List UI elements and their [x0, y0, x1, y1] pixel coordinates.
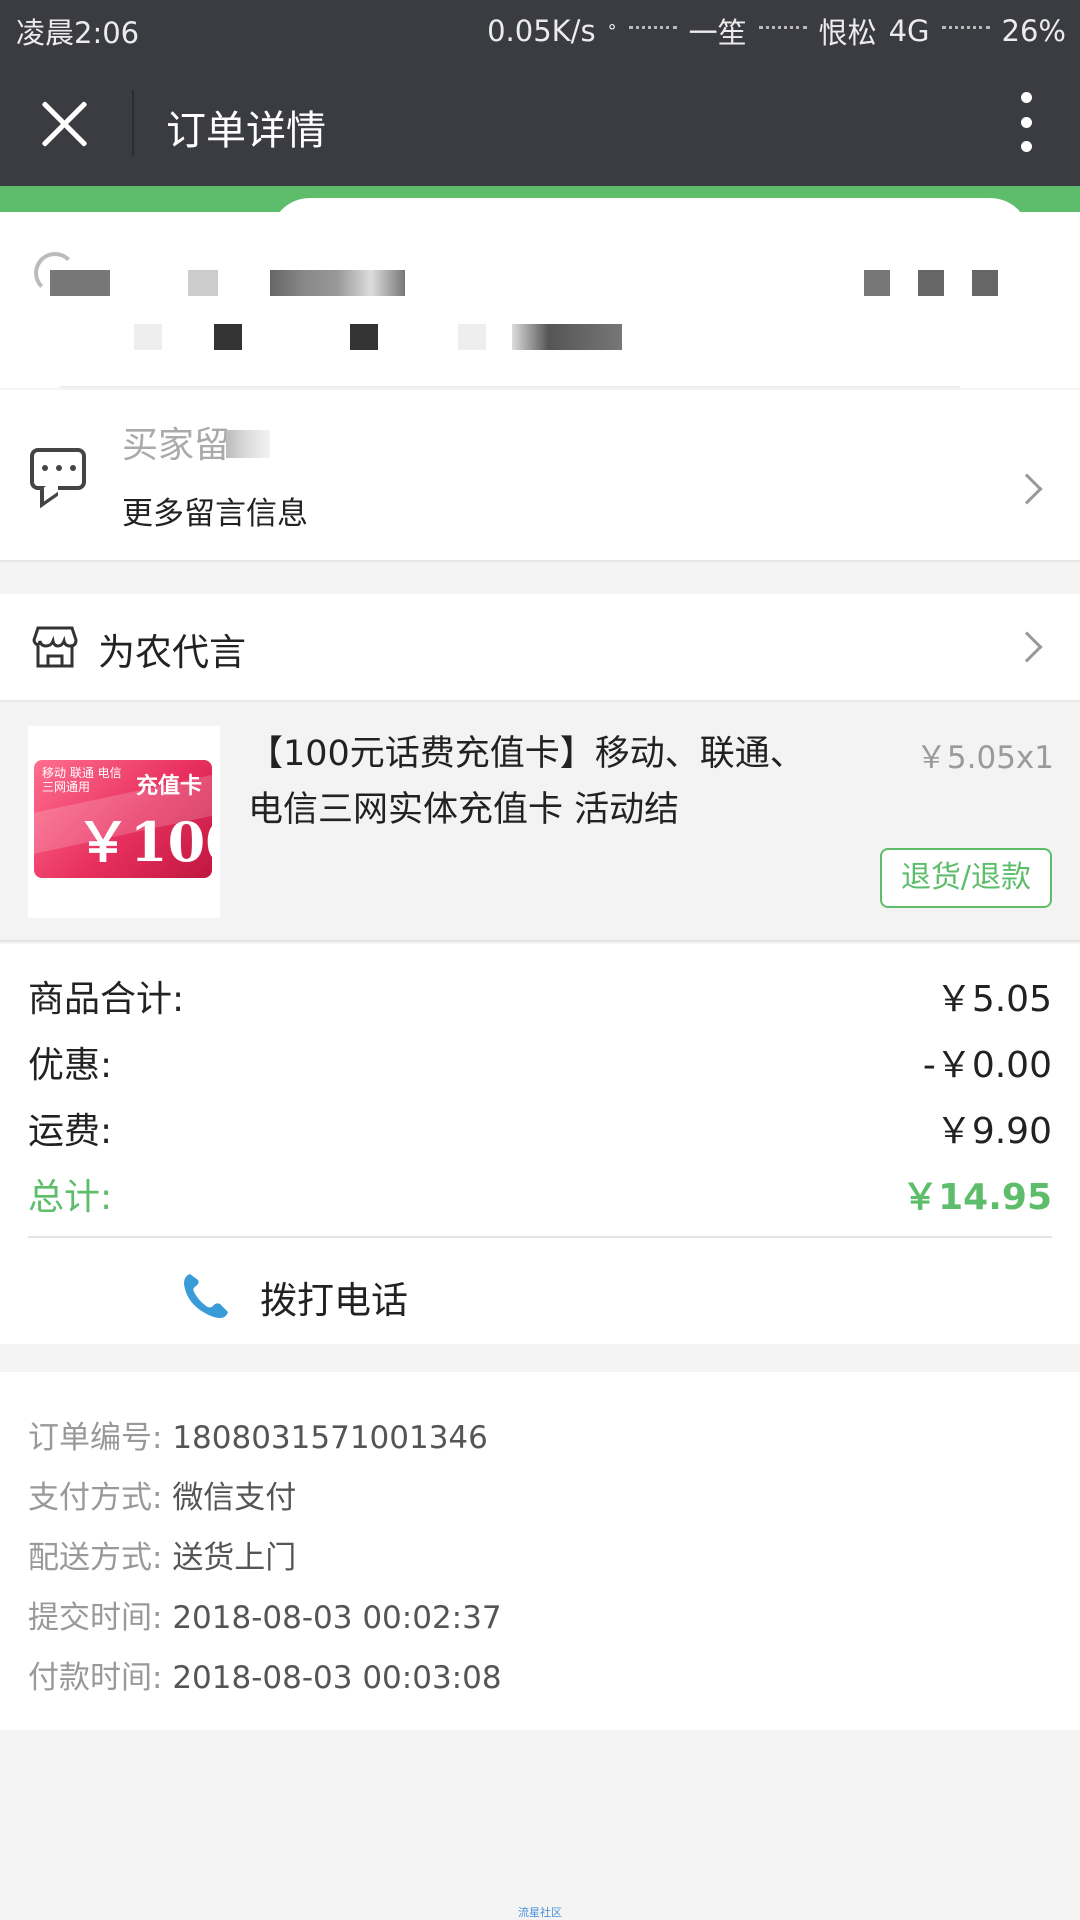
carrier-2: 恨松	[818, 16, 877, 50]
call-label: 拨打电话	[260, 1279, 408, 1322]
redacted-phone	[972, 270, 998, 296]
refund-button[interactable]: 退货/退款	[880, 848, 1052, 908]
payment-time: 2018-08-03 00:03:08	[172, 1660, 502, 1696]
redacted-phone	[918, 270, 944, 296]
redacted-text	[270, 270, 405, 296]
redacted-address	[350, 324, 378, 350]
buyer-message-row[interactable]: 买家留 更多留言信息	[0, 390, 1080, 562]
redacted-address	[458, 324, 486, 350]
network-speed: 0.05K/s	[487, 14, 596, 48]
product-image: 移动 联通 电信三网通用 充值卡 ￥100	[28, 726, 220, 918]
redacted-address	[134, 324, 162, 350]
redacted-name	[50, 270, 110, 296]
shipping-value: ￥9.90	[935, 1111, 1052, 1152]
redacted-message	[226, 430, 270, 458]
alarm-icon: °	[607, 20, 617, 42]
signal-icon-2	[758, 26, 807, 36]
payment-time-label: 付款时间:	[28, 1660, 163, 1696]
product-item[interactable]: 移动 联通 电信三网通用 充值卡 ￥100 【100元话费充值卡】移动、联通、电…	[0, 702, 1080, 942]
shop-row[interactable]: 为农代言	[0, 594, 1080, 702]
chat-icon	[30, 448, 86, 490]
battery-level: 26%	[1001, 14, 1066, 48]
address-divider	[60, 386, 960, 388]
phone-icon	[184, 1274, 228, 1318]
redacted-address	[512, 324, 622, 350]
payment-method: 微信支付	[172, 1480, 297, 1516]
subtotal-value: ￥5.05	[935, 979, 1052, 1020]
submit-time-label: 提交时间:	[28, 1600, 163, 1636]
signal-icon	[628, 26, 677, 36]
shipping-row: 运费: ￥9.90	[28, 1102, 1052, 1152]
total-value: ￥14.95	[902, 1177, 1052, 1218]
subtotal-row: 商品合计: ￥5.05	[28, 970, 1052, 1020]
total-row: 总计: ￥14.95	[28, 1168, 1052, 1218]
discount-label: 优惠:	[28, 1045, 113, 1086]
shop-icon	[32, 626, 78, 668]
payment-time-row: 付款时间: 2018-08-03 00:03:08	[28, 1652, 502, 1697]
subtotal-label: 商品合计:	[28, 979, 185, 1020]
shop-name: 为农代言	[98, 631, 246, 674]
discount-row: 优惠: -￥0.00	[28, 1036, 1052, 1086]
delivery-method-label: 配送方式:	[28, 1540, 163, 1576]
order-summary: 商品合计: ￥5.05 优惠: -￥0.00 运费: ￥9.90 总计: ￥14…	[0, 944, 1080, 1344]
delivery-method-row: 配送方式: 送货上门	[28, 1532, 296, 1577]
status-time: 凌晨2:06	[16, 16, 140, 50]
address-card[interactable]	[0, 212, 1080, 388]
chevron-right-icon	[1011, 631, 1043, 663]
redacted-phone	[864, 270, 890, 296]
status-indicators: 0.05K/s ° 一笙 恨松 4G 26%	[487, 10, 1066, 52]
product-price: ￥5.05x1	[915, 740, 1054, 776]
card-tag: 充值卡	[135, 773, 202, 799]
carrier-1: 一笙	[688, 16, 747, 50]
network-type: 4G	[888, 14, 930, 48]
status-bar: 凌晨2:06 0.05K/s ° 一笙 恨松 4G 26%	[0, 0, 1080, 60]
more-messages-link[interactable]: 更多留言信息	[122, 488, 308, 533]
product-name: 【100元话费充值卡】移动、联通、电信三网实体充值卡 活动结	[248, 734, 805, 830]
call-button[interactable]: 拨打电话	[180, 1264, 480, 1328]
submit-time-row: 提交时间: 2018-08-03 00:02:37	[28, 1592, 502, 1637]
nav-divider	[132, 90, 134, 156]
card-amount: ￥100	[76, 810, 212, 874]
order-number-row: 订单编号: 1808031571001346	[28, 1412, 488, 1457]
total-label: 总计:	[28, 1177, 113, 1218]
redacted-address	[214, 324, 242, 350]
card-brand-sub: 三网通用	[42, 780, 91, 794]
close-icon[interactable]	[38, 98, 90, 150]
redacted-text	[188, 270, 218, 296]
order-number-label: 订单编号:	[28, 1420, 163, 1456]
order-info: 订单编号: 1808031571001346 支付方式: 微信支付 配送方式: …	[0, 1372, 1080, 1730]
submit-time: 2018-08-03 00:02:37	[172, 1600, 502, 1636]
payment-method-row: 支付方式: 微信支付	[28, 1472, 296, 1517]
more-options-icon[interactable]	[1020, 92, 1032, 152]
buyer-message-label: 买家留	[122, 425, 231, 466]
nav-bar: 订单详情	[0, 60, 1080, 186]
wifi-icon	[941, 26, 990, 36]
watermark: 流星社区	[518, 1906, 562, 1919]
card-brand: 移动 联通 电信	[42, 766, 122, 780]
payment-method-label: 支付方式:	[28, 1480, 163, 1516]
header-decoration	[0, 186, 1080, 238]
page-title: 订单详情	[166, 108, 326, 154]
delivery-method: 送货上门	[172, 1540, 297, 1576]
chevron-right-icon	[1011, 473, 1043, 505]
summary-divider	[28, 1236, 1052, 1238]
shipping-label: 运费:	[28, 1111, 113, 1152]
order-number: 1808031571001346	[172, 1420, 488, 1456]
discount-value: -￥0.00	[922, 1045, 1052, 1086]
